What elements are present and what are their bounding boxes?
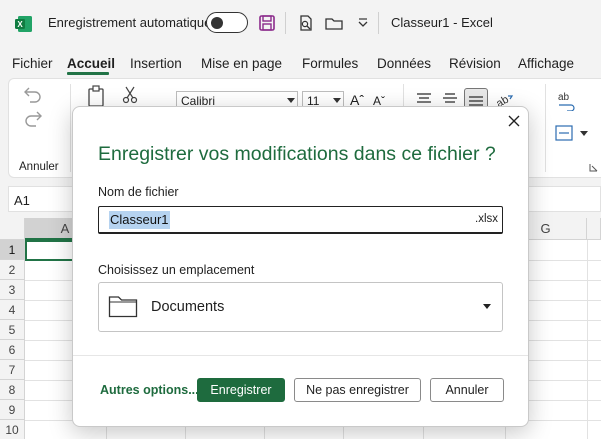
undo-group-label: Annuler	[19, 161, 59, 173]
row-header[interactable]: 9	[0, 400, 25, 420]
align-top-icon[interactable]	[416, 92, 432, 106]
row-header[interactable]: 2	[0, 260, 25, 280]
dialog-launcher-icon[interactable]	[589, 163, 598, 172]
redo-icon[interactable]	[22, 110, 44, 128]
tab-mise-en-page[interactable]: Mise en page	[201, 56, 282, 71]
autosave-label: Enregistrement automatique	[48, 15, 212, 30]
svg-text:ab: ab	[558, 92, 570, 103]
cancel-button-label: Annuler	[445, 383, 489, 397]
wrap-text-icon[interactable]: ab	[557, 91, 577, 111]
toolbar-separator	[378, 12, 379, 34]
active-tab-indicator	[67, 72, 109, 75]
select-all-corner[interactable]	[0, 218, 25, 240]
customize-toolbar-icon[interactable]	[353, 13, 373, 33]
grid-line	[587, 240, 588, 439]
location-value: Documents	[151, 299, 225, 315]
chevron-down-icon	[580, 131, 588, 136]
ribbon-separator	[545, 84, 546, 172]
save-icon[interactable]	[257, 13, 277, 33]
location-label: Choisissez un emplacement	[98, 263, 255, 277]
row-header[interactable]: 6	[0, 340, 25, 360]
open-folder-icon[interactable]	[324, 13, 344, 33]
tab-fichier[interactable]: Fichier	[12, 56, 53, 71]
save-button[interactable]: Enregistrer	[197, 378, 285, 402]
print-preview-icon[interactable]	[296, 13, 316, 33]
row-header[interactable]: 4	[0, 300, 25, 320]
dont-save-button[interactable]: Ne pas enregistrer	[294, 378, 421, 402]
autosave-toggle[interactable]	[206, 12, 248, 33]
undo-icon[interactable]	[22, 86, 44, 104]
document-title: Classeur1 - Excel	[391, 15, 493, 30]
tab-donnees[interactable]: Données	[377, 56, 431, 71]
tab-formules[interactable]: Formules	[302, 56, 358, 71]
paste-icon[interactable]	[86, 85, 112, 107]
name-box[interactable]: A1	[14, 193, 30, 208]
column-label: A	[60, 221, 70, 236]
excel-logo-icon: X	[15, 16, 32, 32]
toolbar-separator	[285, 12, 286, 34]
close-icon[interactable]	[505, 112, 523, 130]
dialog-title: Enregistrer vos modifications dans ce fi…	[98, 143, 496, 165]
toggle-knob	[211, 16, 223, 29]
caret-down-icon	[483, 304, 491, 309]
align-bottom-icon	[469, 96, 483, 106]
filename-label: Nom de fichier	[98, 185, 179, 199]
chevron-down-icon	[287, 98, 295, 103]
chevron-down-icon	[333, 98, 341, 103]
merge-center-icon[interactable]	[555, 125, 577, 141]
more-options-link[interactable]: Autres options...	[100, 383, 199, 397]
row-header[interactable]: 3	[0, 280, 25, 300]
folder-icon	[108, 296, 138, 318]
column-label: G	[540, 221, 551, 236]
tab-affichage[interactable]: Affichage	[518, 56, 574, 71]
save-button-label: Enregistrer	[210, 383, 272, 397]
cut-icon[interactable]	[122, 86, 138, 104]
tab-revision[interactable]: Révision	[449, 56, 501, 71]
filename-value[interactable]: Classeur1	[109, 211, 170, 229]
row-header[interactable]: 5	[0, 320, 25, 340]
cancel-button[interactable]: Annuler	[430, 378, 504, 402]
tab-insertion[interactable]: Insertion	[130, 56, 182, 71]
dialog-divider	[73, 355, 528, 356]
svg-text:X: X	[17, 20, 23, 29]
row-header[interactable]: 10	[0, 420, 25, 439]
filename-extension: .xlsx	[475, 213, 498, 225]
ribbon-separator	[70, 84, 71, 172]
tab-accueil[interactable]: Accueil	[67, 56, 115, 71]
align-middle-icon[interactable]	[442, 92, 458, 106]
row-header[interactable]: 8	[0, 380, 25, 400]
dont-save-button-label: Ne pas enregistrer	[306, 383, 409, 397]
row-header[interactable]: 7	[0, 360, 25, 380]
column-header[interactable]	[587, 218, 601, 240]
row-header[interactable]: 1	[0, 240, 25, 260]
